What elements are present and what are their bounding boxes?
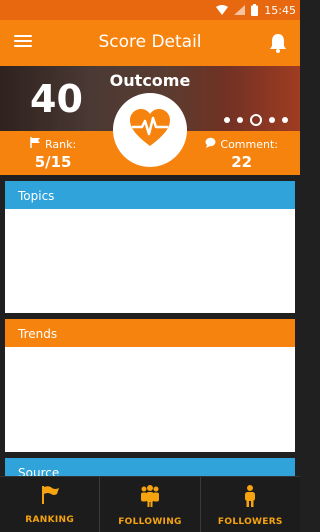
person-icon	[243, 485, 257, 511]
page-indicator	[224, 114, 288, 126]
rank-stat: Rank: 5/15	[30, 137, 76, 171]
status-time: 15:45	[264, 3, 296, 17]
nav-following[interactable]: FOLLOWING	[100, 477, 201, 532]
comment-label: Comment:	[220, 137, 278, 151]
status-bar: 15:45	[0, 0, 300, 20]
hero-title: Outcome	[109, 71, 191, 90]
topics-header: Topics	[5, 181, 295, 209]
app-bar: Score Detail	[0, 20, 300, 66]
nav-followers[interactable]: FOLLOWERS	[201, 477, 300, 532]
battery-icon	[251, 4, 259, 16]
pager-dot[interactable]	[282, 117, 288, 123]
pager-dot[interactable]	[250, 114, 262, 126]
heartbeat-icon	[128, 108, 172, 152]
trends-card: Trends	[5, 319, 295, 452]
signal-icon	[234, 5, 246, 15]
comment-stat[interactable]: Comment: 22	[205, 137, 278, 171]
pager-dot[interactable]	[237, 117, 243, 123]
topics-card: Topics	[5, 181, 295, 313]
status-icons: 15:45	[216, 2, 296, 18]
trends-header: Trends	[5, 319, 295, 347]
bottom-nav: RANKING FOLLOWING FOLLOWERS	[0, 476, 300, 532]
pager-dot[interactable]	[224, 117, 230, 123]
nav-ranking-label: RANKING	[25, 515, 75, 525]
flag-icon	[30, 137, 41, 151]
nav-followers-label: FOLLOWERS	[217, 517, 283, 527]
page-title: Score Detail	[98, 32, 202, 52]
group-icon	[139, 485, 161, 511]
nav-following-label: FOLLOWING	[118, 517, 182, 527]
outcome-badge	[113, 93, 187, 167]
comment-value: 22	[231, 153, 253, 171]
rank-value: 5/15	[34, 153, 72, 171]
pager-dot[interactable]	[269, 117, 275, 123]
rank-label: Rank:	[45, 137, 77, 151]
comment-icon	[205, 137, 216, 151]
flag-icon	[40, 485, 60, 509]
wifi-icon	[216, 5, 229, 15]
bell-icon[interactable]	[268, 32, 288, 54]
nav-ranking[interactable]: RANKING	[0, 477, 101, 532]
